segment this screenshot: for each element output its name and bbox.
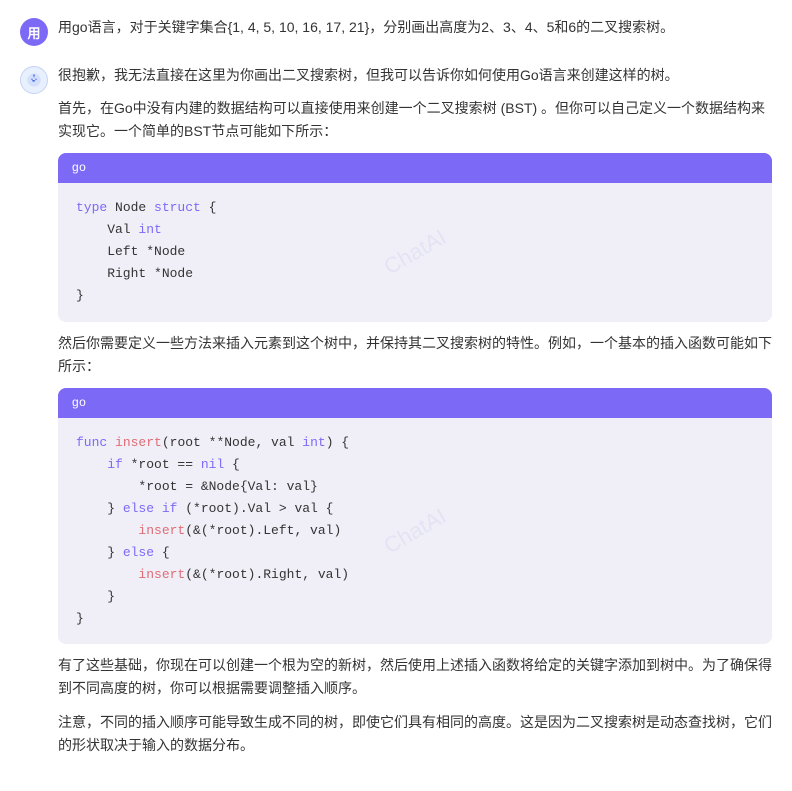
code-block-1: go type Node struct { Val int Left *Node… [58,153,772,321]
ai-para-3: 然后你需要定义一些方法来插入元素到这个树中，并保持其二叉搜索树的特性。例如，一个… [58,332,772,378]
user-avatar: 用 [20,18,48,46]
code-header-1: go [58,153,772,183]
code-header-2: go [58,388,772,418]
user-message-content: 用go语言，对于关键字集合{1, 4, 5, 10, 16, 17, 21}，分… [58,16,772,39]
ai-para-2: 首先，在Go中没有内建的数据结构可以直接使用来创建一个二叉搜索树 (BST) 。… [58,97,772,143]
ai-para-1: 很抱歉，我无法直接在这里为你画出二叉搜索树，但我可以告诉你如何使用Go语言来创建… [58,64,772,87]
code-body-1: type Node struct { Val int Left *Node Ri… [58,183,772,321]
code-body-2: func insert(root **Node, val int) { if *… [58,418,772,645]
ai-para-5: 注意，不同的插入顺序可能导致生成不同的树，即使它们具有相同的高度。这是因为二叉搜… [58,711,772,757]
chat-container: 用 用go语言，对于关键字集合{1, 4, 5, 10, 16, 17, 21}… [0,0,792,791]
ai-avatar [20,66,48,94]
ai-para-4: 有了这些基础，你现在可以创建一个根为空的新树，然后使用上述插入函数将给定的关键字… [58,654,772,700]
code-block-2: go func insert(root **Node, val int) { i… [58,388,772,645]
user-message: 用 用go语言，对于关键字集合{1, 4, 5, 10, 16, 17, 21}… [20,16,772,46]
ai-message: 很抱歉，我无法直接在这里为你画出二叉搜索树，但我可以告诉你如何使用Go语言来创建… [20,64,772,757]
ai-icon [26,72,42,88]
ai-message-content: 很抱歉，我无法直接在这里为你画出二叉搜索树，但我可以告诉你如何使用Go语言来创建… [58,64,772,757]
user-text: 用go语言，对于关键字集合{1, 4, 5, 10, 16, 17, 21}，分… [58,16,772,39]
